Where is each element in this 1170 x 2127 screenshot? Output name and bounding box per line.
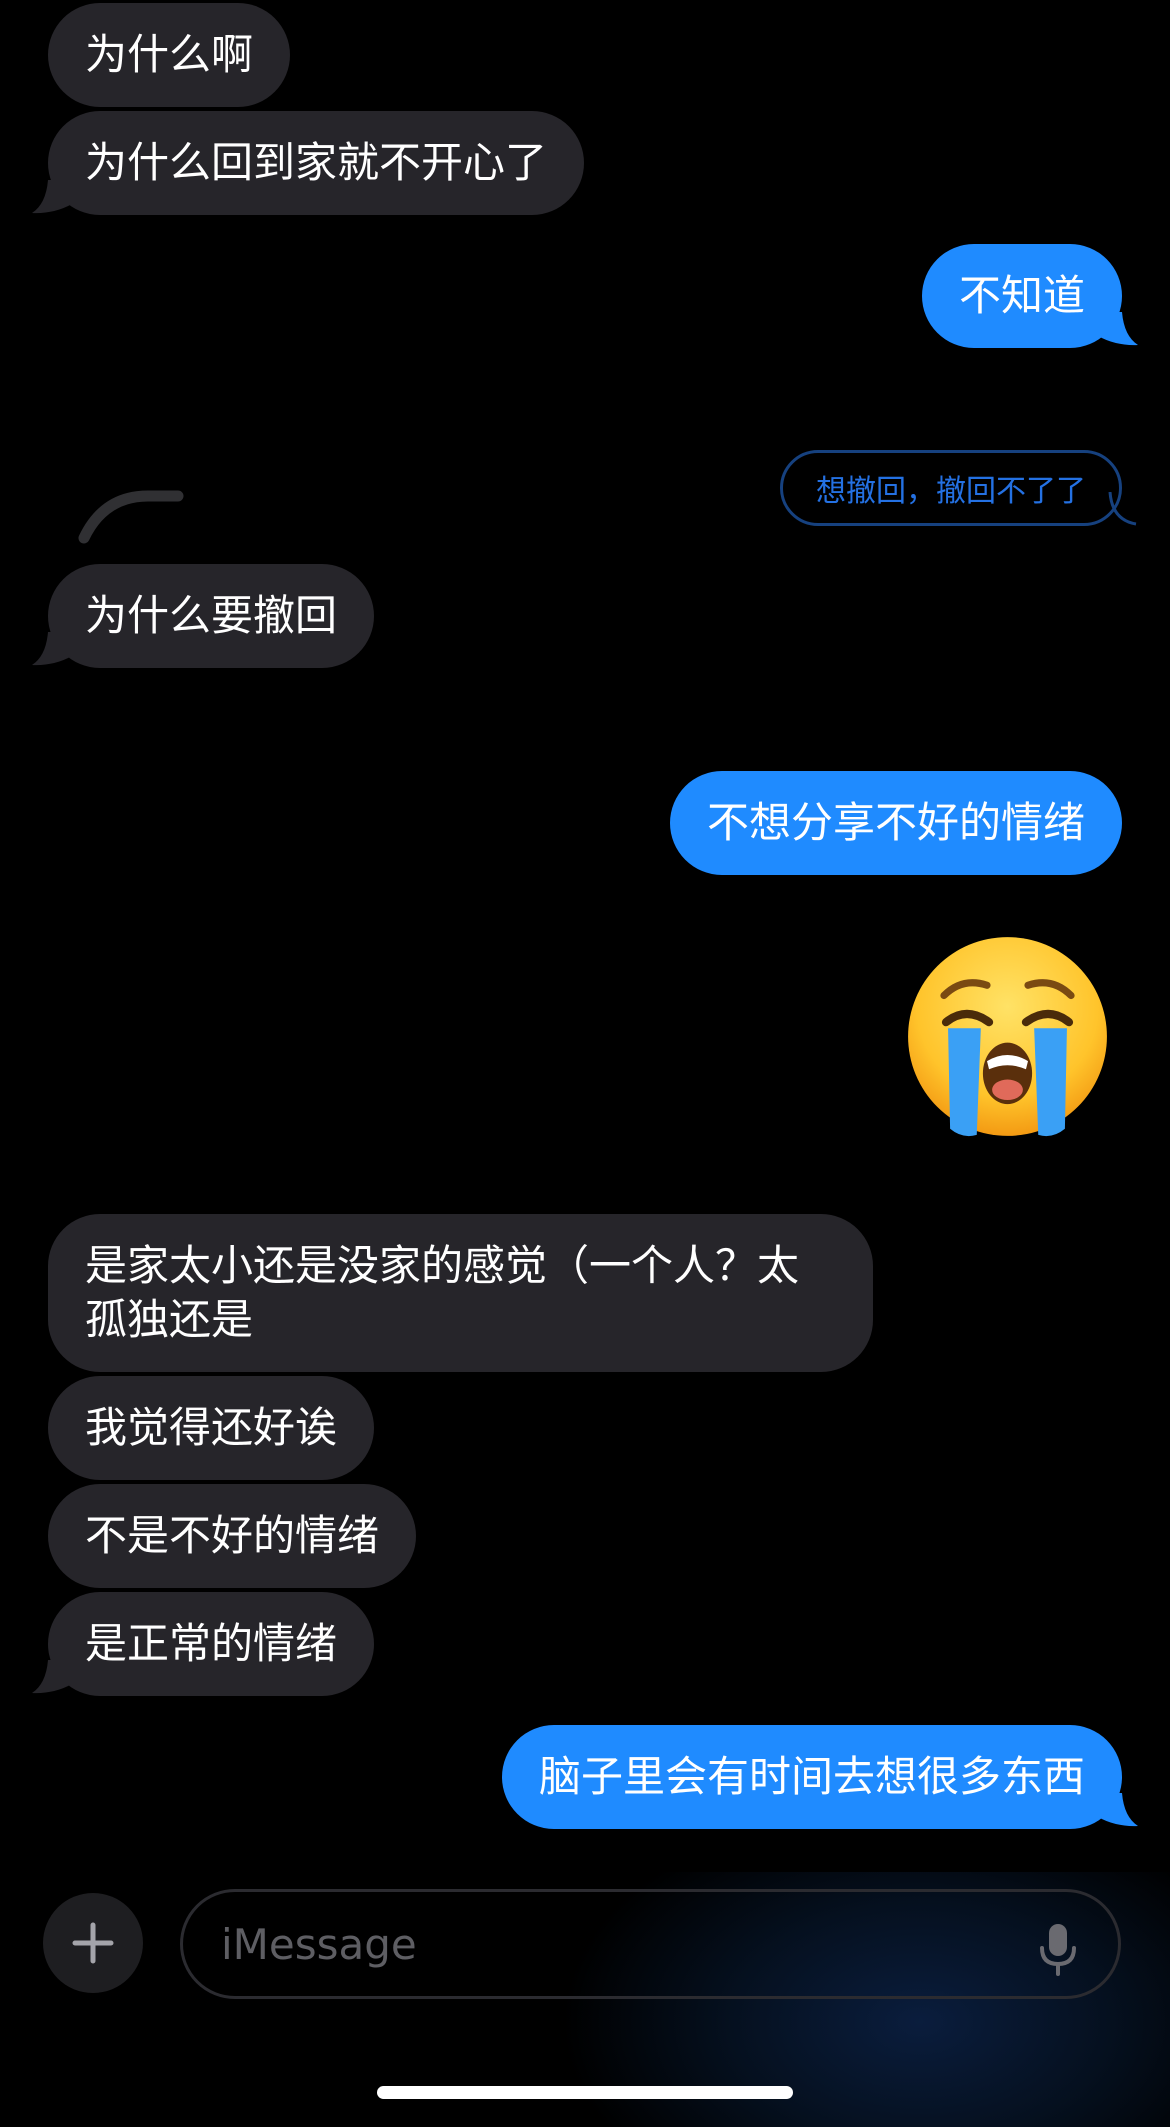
incoming-bubble-tail [32, 180, 72, 214]
message-text: 不知道 [958, 271, 1085, 320]
microphone-icon[interactable] [1038, 1922, 1078, 1976]
incoming-bubble-tail [32, 632, 72, 666]
home-indicator[interactable] [377, 2086, 793, 2099]
message-text: 不是不好的情绪 [85, 1511, 380, 1560]
message-text: 不想分享不好的情绪 [706, 798, 1085, 847]
message-text: 为什么要撤回 [85, 591, 338, 640]
unsent-bubble-tail [1108, 492, 1137, 526]
message-input-placeholder: iMessage [221, 1919, 417, 1969]
incoming-bubble-tail [32, 1660, 72, 1694]
message-bubble-incoming[interactable]: 为什么回到家就不开心了 [48, 111, 585, 215]
reply-thread-arc [78, 490, 184, 544]
unsent-message-bubble[interactable]: 想撤回，撤回不了了 [780, 450, 1122, 526]
outgoing-bubble-tail [1098, 1793, 1138, 1827]
loudly-crying-face-emoji[interactable] [905, 934, 1110, 1139]
unsent-message-text: 想撤回，撤回不了了 [816, 474, 1086, 509]
message-text: 脑子里会有时间去想很多东西 [538, 1752, 1085, 1801]
message-text: 为什么回到家就不开心了 [85, 138, 548, 187]
plus-icon [72, 1922, 114, 1964]
message-input[interactable]: iMessage [180, 1889, 1121, 1999]
message-bubble-incoming[interactable]: 是家太小还是没家的感觉（一个人？太孤独还是 [48, 1214, 873, 1372]
message-bubble-incoming[interactable]: 为什么要撤回 [48, 564, 375, 668]
add-attachment-button[interactable] [43, 1893, 143, 1993]
message-text: 是家太小还是没家的感觉（一个人？太孤独还是 [85, 1241, 800, 1344]
message-text: 为什么啊 [85, 30, 254, 79]
message-text: 是正常的情绪 [85, 1619, 338, 1668]
message-bubble-incoming[interactable]: 不是不好的情绪 [48, 1484, 417, 1588]
message-bubble-outgoing[interactable]: 不知道 [921, 244, 1122, 348]
message-bubble-incoming[interactable]: 我觉得还好诶 [48, 1376, 375, 1480]
message-bubble-outgoing[interactable]: 脑子里会有时间去想很多东西 [501, 1725, 1122, 1829]
outgoing-bubble-tail [1098, 312, 1138, 346]
message-bubble-outgoing[interactable]: 不想分享不好的情绪 [669, 771, 1122, 875]
message-bubble-incoming[interactable]: 为什么啊 [48, 3, 291, 107]
message-text: 我觉得还好诶 [85, 1403, 338, 1452]
message-bubble-incoming[interactable]: 是正常的情绪 [48, 1592, 375, 1696]
